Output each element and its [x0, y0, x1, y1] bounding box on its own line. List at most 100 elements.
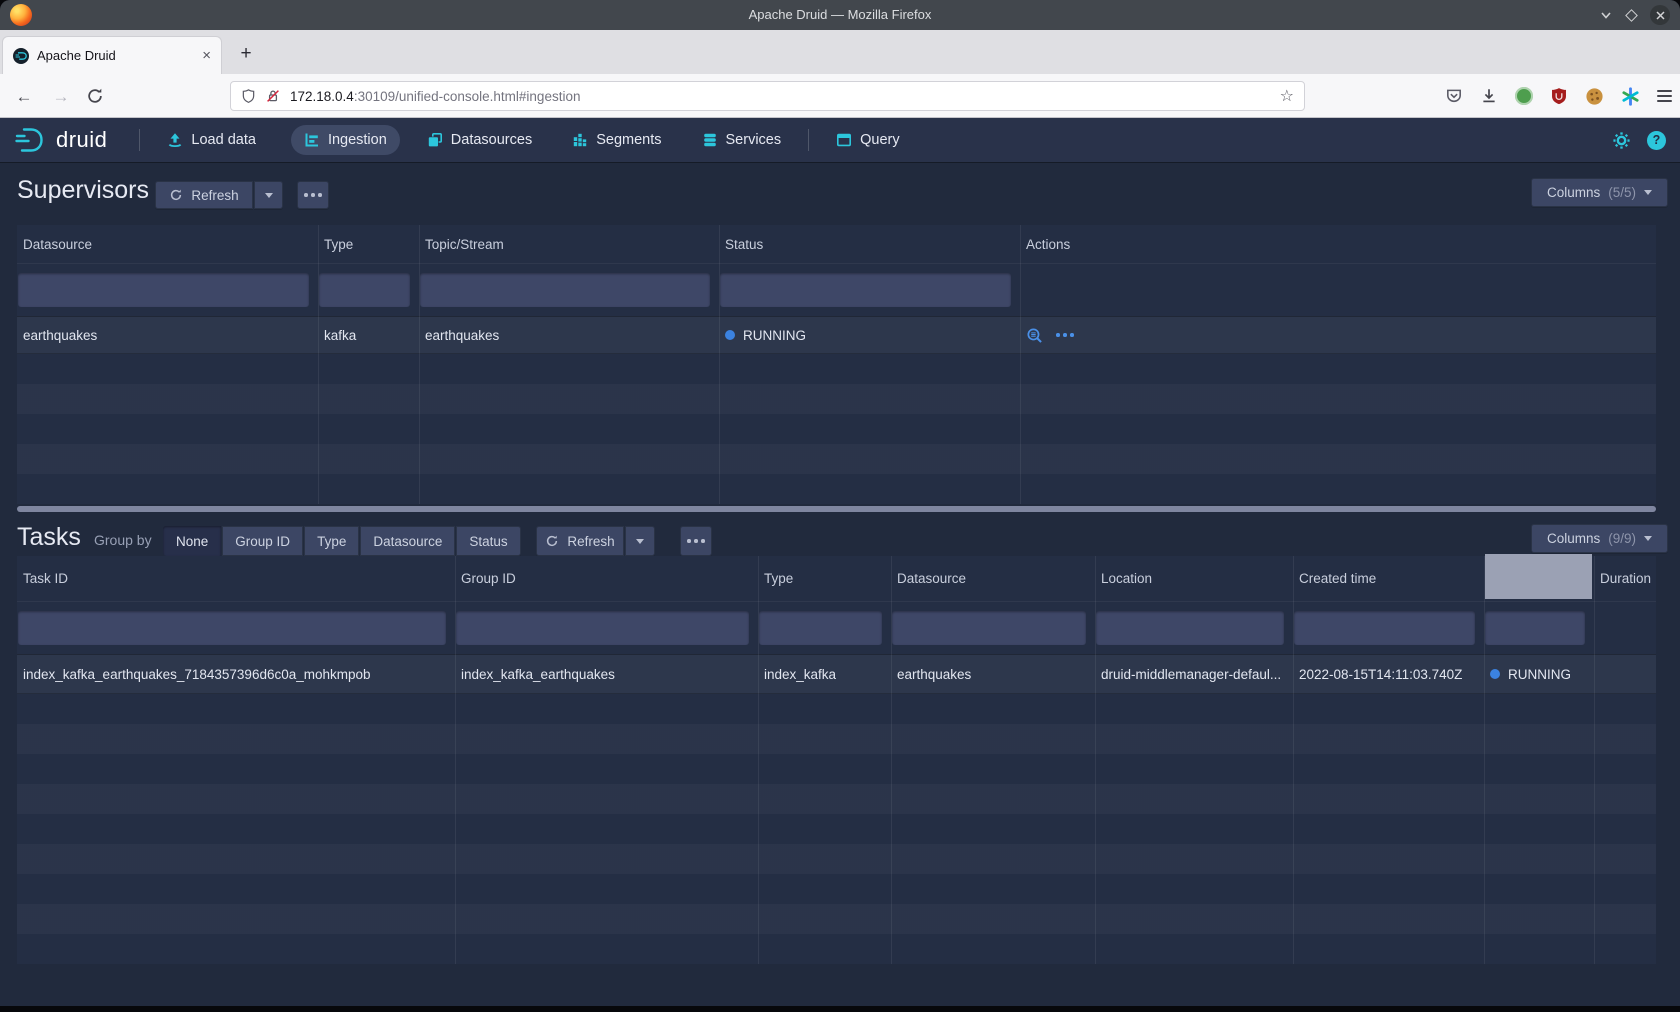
back-button[interactable]: ←: [12, 85, 36, 109]
asterisk-extension-icon[interactable]: [1621, 87, 1640, 106]
ublock-shield-icon[interactable]: [1550, 87, 1568, 105]
reload-icon[interactable]: [86, 87, 104, 105]
gear-icon[interactable]: [1612, 131, 1631, 150]
load-data-icon: [167, 132, 183, 148]
tasks-created-time-filter-input[interactable]: [1294, 611, 1475, 645]
supervisors-table: Datasource Type Topic/Stream Status Acti…: [17, 225, 1656, 504]
help-icon[interactable]: ?: [1647, 131, 1666, 150]
query-icon: [836, 132, 852, 148]
col-header-duration[interactable]: Duration: [1594, 556, 1656, 601]
col-header-type[interactable]: Type: [758, 556, 891, 601]
titlebar: Apache Druid — Mozilla Firefox: [0, 0, 1680, 30]
col-header-datasource[interactable]: Datasource: [17, 225, 318, 263]
chevron-down-icon: [1644, 536, 1652, 541]
col-header-task-id[interactable]: Task ID: [17, 556, 455, 601]
tasks-more-button[interactable]: [680, 526, 712, 556]
more-icon: [687, 539, 705, 543]
col-header-status[interactable]: Status: [719, 225, 1020, 263]
url-bar[interactable]: 172.18.0.4:30109/unified-console.html#in…: [230, 81, 1305, 111]
col-header-datasource[interactable]: Datasource: [891, 556, 1095, 601]
supervisors-refresh-button[interactable]: Refresh: [155, 181, 253, 209]
supervisors-topic-filter-input[interactable]: [420, 273, 710, 307]
tasks-task-id-filter-input[interactable]: [18, 611, 446, 645]
row-more-actions-icon[interactable]: [1056, 333, 1074, 337]
forward-button[interactable]: →: [49, 85, 73, 109]
tasks-location-filter-input[interactable]: [1096, 611, 1284, 645]
group-by-label: Group by: [94, 532, 152, 548]
columns-label: Columns: [1547, 185, 1600, 200]
maximize-icon[interactable]: [1625, 9, 1638, 22]
tab-bar: Apache Druid × +: [0, 30, 1680, 74]
tasks-type-filter-input[interactable]: [759, 611, 882, 645]
cell-duration: [1594, 655, 1656, 693]
minimize-icon[interactable]: [1599, 8, 1613, 22]
task-row-index-kafka[interactable]: index_kafka_earthquakes_7184357396d6c0a_…: [17, 654, 1656, 694]
running-status-dot: [725, 330, 735, 340]
refresh-icon: [169, 188, 183, 202]
tasks-status-filter-input[interactable]: [1485, 611, 1585, 645]
supervisors-refresh-caret-button[interactable]: [254, 181, 283, 209]
supervisor-row-earthquakes[interactable]: earthquakes kafka earthquakes RUNNING: [17, 316, 1656, 354]
group-by-group-id-button[interactable]: Group ID: [222, 526, 303, 556]
group-by-datasource-button[interactable]: Datasource: [360, 526, 455, 556]
supervisors-columns-button[interactable]: Columns (5/5): [1531, 178, 1668, 207]
nav-item-query[interactable]: Query: [823, 125, 913, 155]
tasks-refresh-button[interactable]: Refresh: [536, 526, 624, 556]
nav-divider: [139, 129, 140, 151]
supervisors-horizontal-scrollbar[interactable]: [17, 506, 1656, 512]
cell-location: druid-middlemanager-defaul...: [1095, 655, 1293, 693]
view-payload-magnifier-icon[interactable]: [1026, 327, 1043, 344]
nav-item-services[interactable]: Services: [689, 125, 795, 155]
cell-type: kafka: [318, 317, 419, 353]
col-header-group-id[interactable]: Group ID: [455, 556, 758, 601]
supervisors-datasource-filter-input[interactable]: [18, 273, 309, 307]
col-header-location[interactable]: Location: [1095, 556, 1293, 601]
window-title: Apache Druid — Mozilla Firefox: [0, 0, 1680, 30]
download-icon[interactable]: [1480, 87, 1498, 105]
more-icon: [304, 193, 322, 197]
extension-green-icon[interactable]: [1515, 87, 1533, 105]
firefox-window: Apache Druid — Mozilla Firefox Apache Dr…: [0, 0, 1680, 1006]
menu-icon[interactable]: [1657, 90, 1672, 102]
tab-close-icon[interactable]: ×: [202, 48, 211, 63]
tasks-refresh-caret-button[interactable]: [625, 526, 655, 556]
supervisors-more-button[interactable]: [297, 181, 329, 209]
supervisors-status-filter-input[interactable]: [720, 273, 1011, 307]
tasks-table-header: Task ID Group ID Type Datasource Locatio…: [17, 556, 1656, 602]
tab-apache-druid[interactable]: Apache Druid ×: [2, 36, 222, 74]
nav-item-label: Ingestion: [328, 132, 387, 148]
insecure-lock-icon[interactable]: [265, 88, 281, 104]
new-tab-button[interactable]: +: [232, 40, 260, 68]
tasks-columns-button[interactable]: Columns (9/9): [1531, 524, 1668, 553]
druid-favicon: [13, 48, 29, 64]
group-by-type-button[interactable]: Type: [304, 526, 359, 556]
nav-item-label: Services: [726, 132, 782, 148]
status-text: RUNNING: [743, 328, 806, 343]
supervisors-type-filter-input[interactable]: [319, 273, 410, 307]
cookie-icon[interactable]: [1585, 87, 1604, 106]
nav-item-datasources[interactable]: Datasources: [414, 125, 545, 155]
druid-brand[interactable]: druid: [14, 126, 107, 154]
shield-icon[interactable]: [241, 88, 256, 104]
group-by-none-button[interactable]: None: [163, 526, 221, 556]
url-host: 172.18.0.4: [290, 89, 354, 104]
nav-item-segments[interactable]: Segments: [559, 125, 674, 155]
refresh-label: Refresh: [191, 188, 238, 203]
nav-item-load-data[interactable]: Load data: [154, 125, 269, 155]
tasks-group-id-filter-input[interactable]: [456, 611, 749, 645]
tasks-datasource-filter-input[interactable]: [892, 611, 1086, 645]
bookmark-star-icon[interactable]: ☆: [1280, 86, 1294, 106]
nav-item-label: Segments: [596, 132, 661, 148]
nav-item-ingestion[interactable]: Ingestion: [291, 125, 400, 155]
col-header-topic-stream[interactable]: Topic/Stream: [419, 225, 719, 263]
cell-status: RUNNING: [719, 317, 1020, 353]
tab-title: Apache Druid: [37, 48, 194, 63]
services-icon: [702, 132, 718, 148]
col-header-created-time[interactable]: Created time: [1293, 556, 1484, 601]
close-window-icon[interactable]: [1650, 5, 1670, 25]
pocket-icon[interactable]: [1445, 87, 1463, 105]
columns-count: (9/9): [1608, 531, 1636, 546]
col-header-type[interactable]: Type: [318, 225, 419, 263]
col-header-actions[interactable]: Actions: [1020, 225, 1656, 263]
group-by-status-button[interactable]: Status: [456, 526, 520, 556]
